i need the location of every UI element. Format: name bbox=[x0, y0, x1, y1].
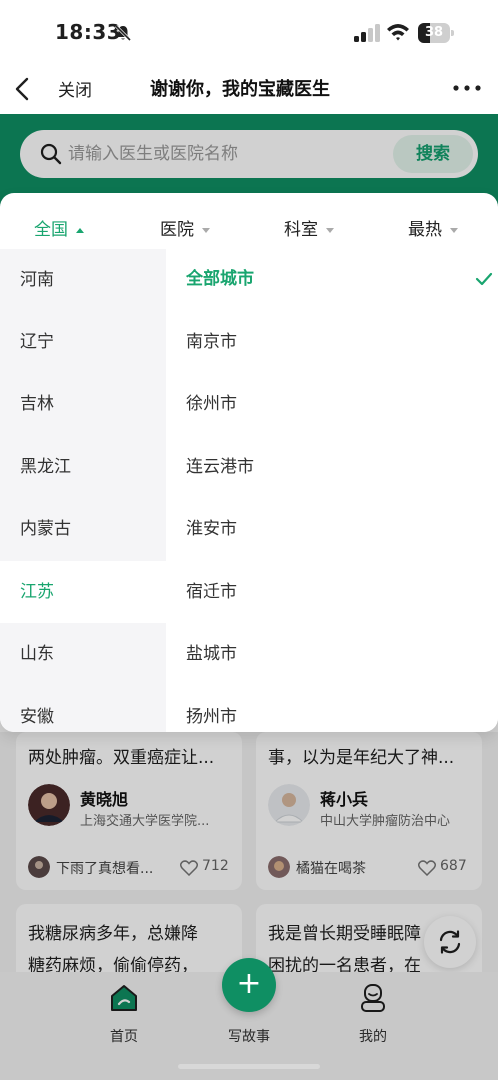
tab-sort-label: 最热 bbox=[408, 220, 442, 240]
story-snippet: 两处肿瘤。双重癌症让... bbox=[28, 748, 215, 768]
tab-sort-hottest[interactable]: 最热 bbox=[408, 215, 458, 240]
province-item[interactable]: 山东 bbox=[0, 623, 166, 685]
province-item[interactable]: 黑龙江 bbox=[0, 436, 166, 498]
city-item-selected[interactable]: 全部城市 bbox=[186, 259, 493, 299]
search-bar: 搜索 bbox=[20, 130, 478, 178]
city-item[interactable]: 扬州市 bbox=[186, 697, 486, 732]
tab-department-label: 科室 bbox=[284, 220, 318, 240]
province-item[interactable]: 辽宁 bbox=[0, 311, 166, 373]
city-item[interactable]: 宿迁市 bbox=[186, 572, 486, 612]
city-item[interactable]: 盐城市 bbox=[186, 634, 486, 674]
like-count: 687 bbox=[440, 858, 467, 874]
doctor-avatar bbox=[28, 784, 70, 826]
story-card[interactable]: 事，以为是年纪大了神... 蒋小兵 中山大学肿瘤防治中心 橘猫在喝茶 687 bbox=[256, 732, 482, 890]
doctor-name: 蒋小兵 bbox=[320, 790, 369, 809]
caret-up-icon bbox=[76, 227, 84, 233]
doctor-avatar bbox=[268, 784, 310, 826]
refresh-button[interactable] bbox=[424, 916, 476, 968]
story-feed: 两处肿瘤。双重癌症让... 黄晓旭 上海交通大学医学院... 下雨了真想看...… bbox=[0, 732, 498, 994]
tab-write-label: 写故事 bbox=[228, 1029, 270, 1045]
nav-bar: 关闭 谢谢你，我的宝藏医生 bbox=[0, 66, 498, 114]
heart-icon[interactable] bbox=[418, 860, 436, 876]
story-snippet-line: 我糖尿病多年，总嫌降 bbox=[28, 924, 198, 944]
story-author: 橘猫在喝茶 bbox=[296, 861, 366, 877]
caret-down-icon bbox=[326, 227, 334, 233]
tab-region[interactable]: 全国 bbox=[34, 215, 84, 240]
tab-region-label: 全国 bbox=[34, 220, 68, 240]
tab-hospital-label: 医院 bbox=[160, 220, 194, 240]
city-label: 全部城市 bbox=[186, 269, 254, 289]
search-icon bbox=[40, 143, 62, 165]
bell-off-icon bbox=[114, 24, 132, 42]
heart-icon[interactable] bbox=[180, 860, 198, 876]
tab-home-label: 首页 bbox=[110, 1029, 138, 1045]
doctor-name: 黄晓旭 bbox=[80, 790, 129, 809]
province-item[interactable]: 安徽 bbox=[0, 686, 166, 732]
user-avatar bbox=[28, 856, 50, 878]
story-snippet: 事，以为是年纪大了神... bbox=[268, 748, 455, 768]
write-story-button[interactable]: + bbox=[222, 958, 276, 1012]
province-item-selected[interactable]: 江苏 bbox=[0, 561, 166, 623]
refresh-icon bbox=[439, 930, 461, 954]
like-count: 712 bbox=[202, 858, 229, 874]
province-item[interactable]: 吉林 bbox=[0, 373, 166, 435]
province-item[interactable]: 河南 bbox=[0, 249, 166, 311]
wifi-icon bbox=[387, 24, 409, 41]
tab-mine-label: 我的 bbox=[359, 1029, 387, 1045]
filter-tabs: 全国 医院 科室 最热 bbox=[0, 193, 498, 249]
story-card[interactable]: 两处肿瘤。双重癌症让... 黄晓旭 上海交通大学医学院... 下雨了真想看...… bbox=[16, 732, 242, 890]
city-list: 全部城市 南京市 徐州市 连云港市 淮安市 宿迁市 盐城市 扬州市 bbox=[166, 249, 498, 732]
page-title: 谢谢你，我的宝藏医生 bbox=[150, 79, 330, 100]
status-bar: 18:33 38 bbox=[0, 0, 498, 66]
cellular-signal-icon bbox=[354, 24, 380, 42]
profile-icon bbox=[361, 984, 385, 1012]
back-arrow-icon[interactable] bbox=[10, 74, 40, 104]
tab-hospital[interactable]: 医院 bbox=[160, 215, 210, 240]
checkmark-icon bbox=[475, 272, 493, 286]
doctor-hospital: 上海交通大学医学院... bbox=[80, 814, 210, 829]
city-item[interactable]: 南京市 bbox=[186, 322, 486, 362]
plus-icon: + bbox=[236, 966, 262, 1001]
caret-down-icon bbox=[450, 227, 458, 233]
close-button[interactable]: 关闭 bbox=[58, 76, 92, 101]
more-options-icon[interactable] bbox=[452, 82, 482, 94]
city-item[interactable]: 连云港市 bbox=[186, 447, 486, 487]
search-button[interactable]: 搜索 bbox=[393, 135, 473, 173]
search-input[interactable] bbox=[68, 138, 388, 170]
doctor-hospital: 中山大学肿瘤防治中心 bbox=[320, 814, 451, 829]
user-avatar bbox=[268, 856, 290, 878]
tab-mine[interactable]: 我的 bbox=[333, 982, 413, 1045]
status-time: 18:33 bbox=[55, 20, 122, 44]
story-author: 下雨了真想看... bbox=[56, 861, 154, 877]
city-item[interactable]: 淮安市 bbox=[186, 509, 486, 549]
battery-icon: 38 bbox=[418, 23, 454, 43]
battery-level: 38 bbox=[424, 25, 444, 40]
caret-down-icon bbox=[202, 227, 210, 233]
province-list: 河南 辽宁 吉林 黑龙江 内蒙古 江苏 山东 安徽 bbox=[0, 249, 166, 732]
province-item[interactable]: 内蒙古 bbox=[0, 498, 166, 560]
home-icon bbox=[111, 985, 137, 1011]
tab-home[interactable]: 首页 bbox=[84, 982, 164, 1045]
location-filter-panel: 全国 医院 科室 最热 河南 辽宁 吉林 黑龙江 内蒙古 江苏 山东 安徽 全部… bbox=[0, 193, 498, 732]
city-item[interactable]: 徐州市 bbox=[186, 384, 486, 424]
tab-department[interactable]: 科室 bbox=[284, 215, 334, 240]
home-indicator bbox=[178, 1064, 320, 1069]
